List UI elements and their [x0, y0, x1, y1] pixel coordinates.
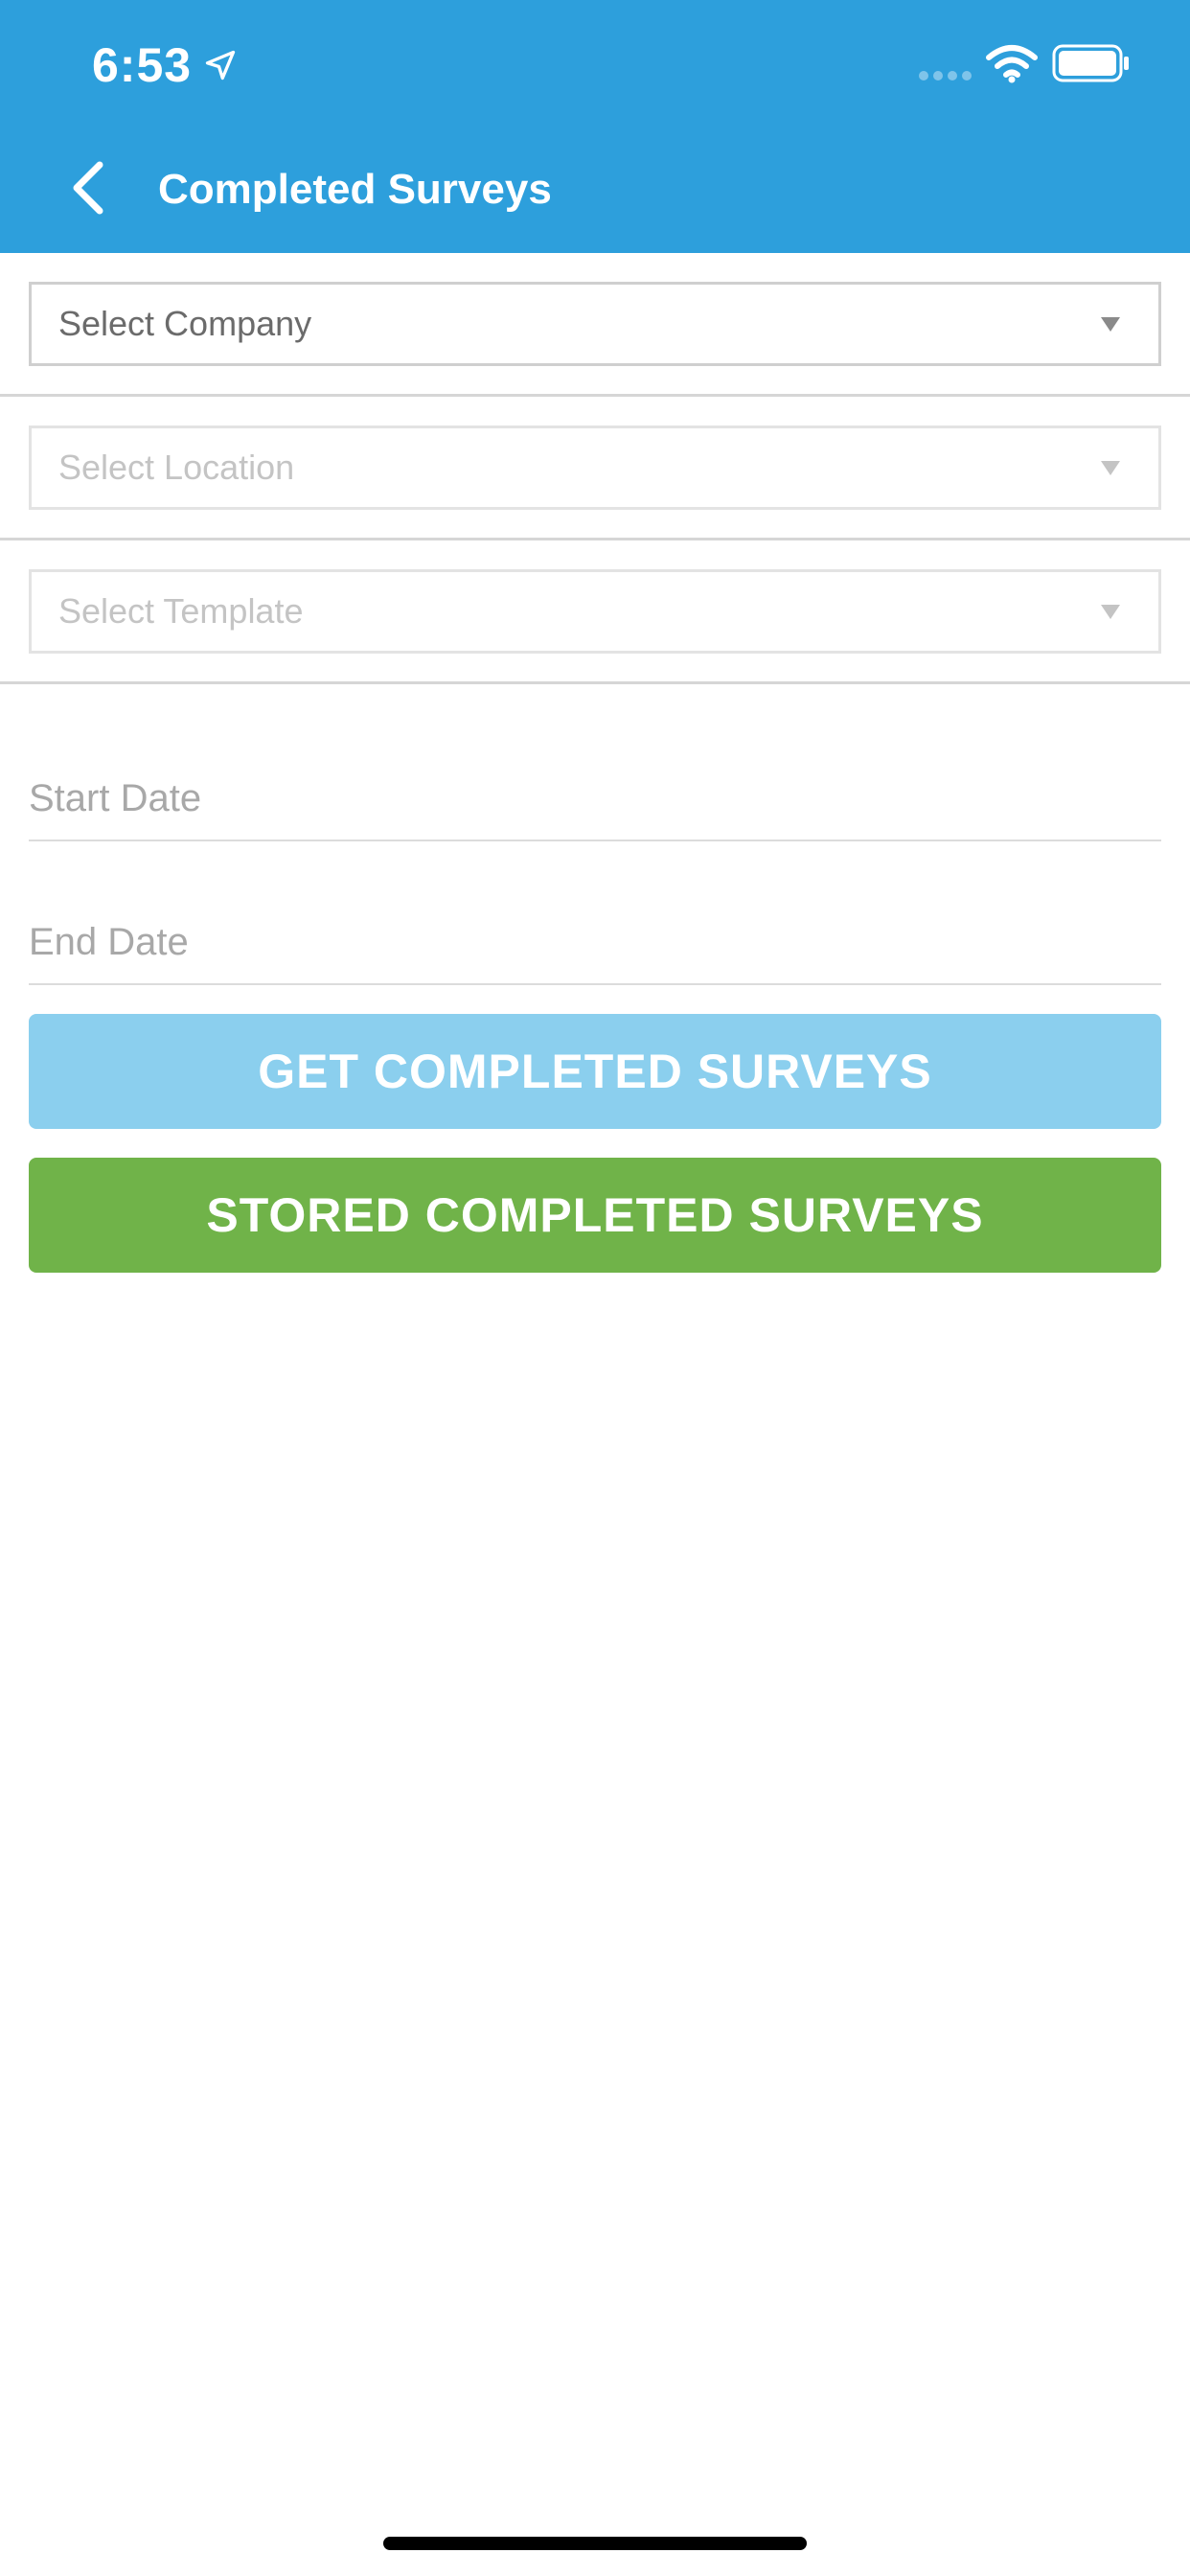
company-select-label: Select Company: [58, 304, 312, 343]
dropdown-arrow-icon: [1091, 592, 1130, 631]
start-date-placeholder: Start Date: [29, 777, 202, 819]
location-select-row: Select Location: [0, 397, 1190, 540]
template-select-row: Select Template: [0, 540, 1190, 684]
end-date-field[interactable]: End Date: [29, 880, 1161, 985]
page-title: Completed Surveys: [158, 166, 552, 213]
template-select-label: Select Template: [58, 591, 304, 631]
wifi-icon: [986, 45, 1038, 83]
completed-surveys-screen: 6:53 Completed Surveys Select Company Se…: [0, 0, 1190, 2576]
template-select[interactable]: Select Template: [29, 569, 1161, 654]
location-arrow-icon: [205, 50, 236, 80]
back-button[interactable]: [54, 150, 123, 226]
company-select-row: Select Company: [0, 253, 1190, 397]
stored-completed-surveys-button[interactable]: STORED COMPLETED SURVEYS: [29, 1158, 1161, 1273]
location-select[interactable]: Select Location: [29, 426, 1161, 510]
start-date-field[interactable]: Start Date: [29, 736, 1161, 841]
get-completed-surveys-button[interactable]: GET COMPLETED SURVEYS: [29, 1014, 1161, 1129]
battery-icon: [1052, 44, 1129, 82]
status-time: 6:53: [92, 38, 193, 92]
dropdown-arrow-icon: [1091, 448, 1130, 487]
home-indicator: [383, 2537, 807, 2550]
cellular-signal-icon: [919, 71, 972, 80]
header: 6:53 Completed Surveys: [0, 0, 1190, 253]
dropdown-arrow-icon: [1091, 305, 1130, 343]
location-select-label: Select Location: [58, 448, 295, 487]
chevron-left-icon: [73, 161, 103, 215]
company-select[interactable]: Select Company: [29, 282, 1161, 366]
end-date-placeholder: End Date: [29, 921, 189, 963]
